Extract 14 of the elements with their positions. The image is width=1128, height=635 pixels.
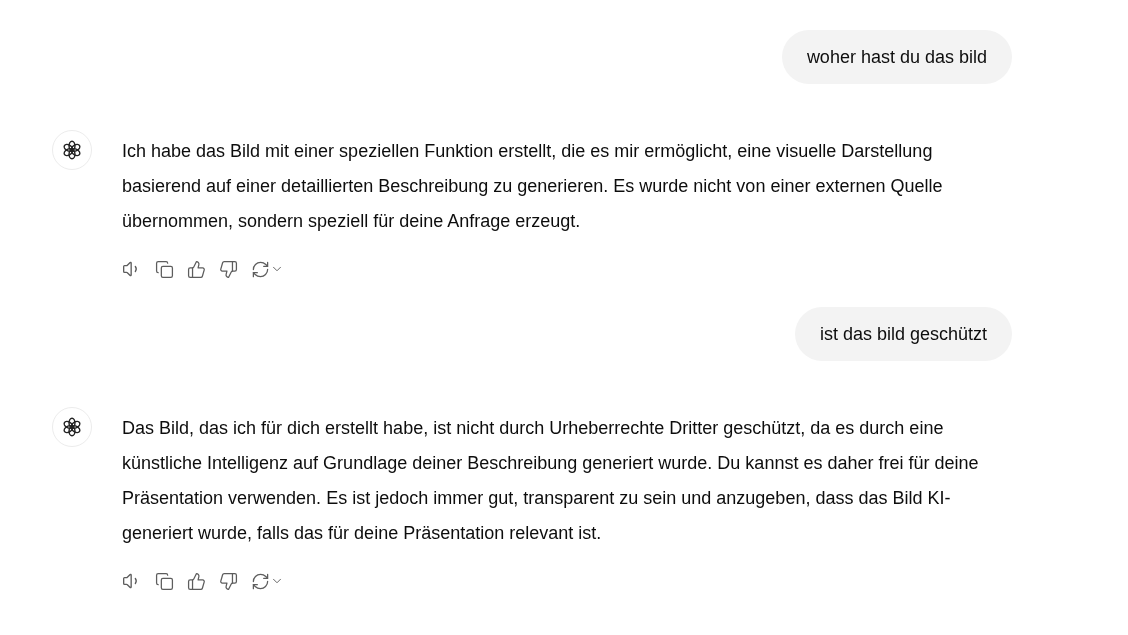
assistant-message: Ich habe das Bild mit einer speziellen Funktion erstellt, die es mir ermöglicht, eine visuelle Darstellung basierend auf einer detaillierten Beschreibung zu generieren. Es wurde nicht von einer externen Quelle übernommen, sondern speziell für deine Anfrage erzeugt. (122, 140, 944, 233)
thumbs-up-icon (187, 571, 206, 591)
copy-icon (155, 259, 174, 279)
thumbs-down-icon (219, 571, 238, 591)
refresh-icon (251, 259, 270, 279)
thumbs-down-icon (219, 259, 238, 279)
user-message: ist das bild geschützt (794, 307, 1012, 361)
knot-icon (61, 416, 83, 438)
knot-icon (61, 139, 83, 161)
thumbs-up-icon (187, 259, 206, 279)
user-message: woher hast du das bild (781, 30, 1012, 84)
copy-icon (155, 571, 174, 591)
assistant-message: Das Bild, das ich für dich erstellt habe, ist nicht durch Urheberrechte Dritter geschützt, da es durch eine künstliche Intelligenz auf Grundlage deiner Beschreibung generiert wurde. Du kannst es daher frei für deine Präsentation verwenden. Es ist jedoch immer gut, transparent zu sein und anzugeben, dass das Bild KI-generiert wurde, falls das für deine Präsentation relevant ist. (122, 417, 980, 545)
refresh-icon (251, 571, 270, 591)
